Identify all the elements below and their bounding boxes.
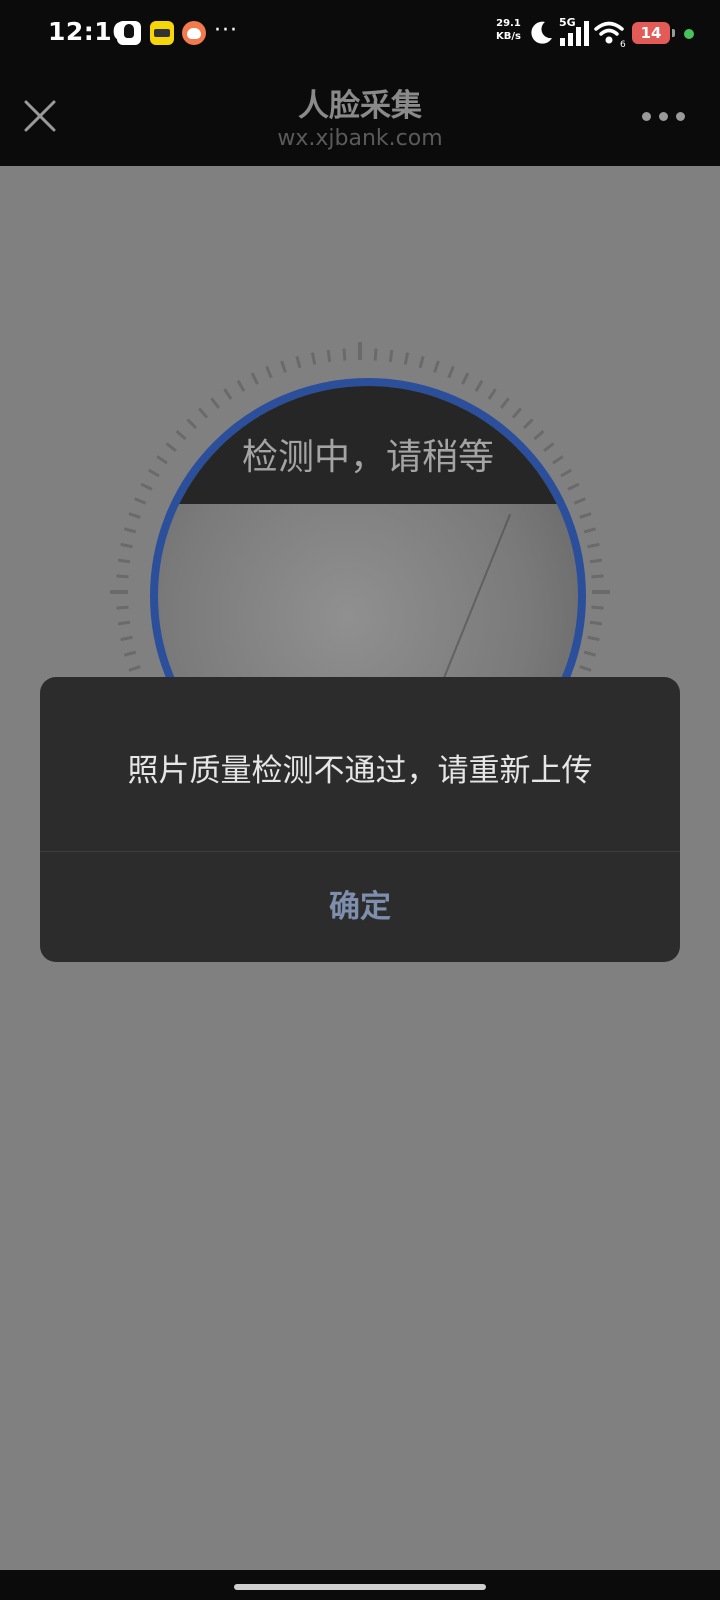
tick-mark — [326, 349, 332, 363]
tick-mark — [120, 542, 133, 549]
tick-mark — [587, 635, 600, 642]
tick-mark — [591, 605, 604, 610]
tick-mark — [280, 360, 287, 373]
tick-mark — [133, 497, 147, 505]
tick-mark — [579, 665, 592, 672]
tick-mark — [579, 512, 592, 519]
home-indicator[interactable] — [234, 1584, 486, 1590]
tick-mark — [123, 527, 137, 534]
detect-status-text: 检测中，请稍等 — [241, 437, 494, 478]
tick-mark — [128, 512, 141, 519]
tick-mark — [116, 574, 129, 579]
tick-mark — [250, 372, 259, 385]
tick-mark — [583, 650, 597, 657]
tick-mark — [117, 620, 131, 626]
tick-mark — [116, 605, 129, 610]
tick-mark — [140, 482, 153, 491]
tick-mark — [120, 635, 133, 642]
tick-mark — [447, 365, 455, 379]
dialog-message: 照片质量检测不通过，请重新上传 — [127, 753, 593, 789]
tick-mark — [342, 348, 347, 361]
tick-mark — [589, 620, 603, 626]
tick-mark — [123, 650, 137, 657]
tick-mark — [310, 352, 317, 365]
tick-mark — [117, 558, 131, 564]
tick-mark — [587, 542, 600, 549]
tick-mark — [128, 665, 141, 672]
tick-mark — [265, 365, 273, 379]
tick-mark — [583, 527, 597, 534]
confirm-button[interactable]: 确定 — [40, 852, 680, 962]
tick-mark — [295, 355, 302, 369]
tick-mark — [589, 558, 603, 564]
alert-dialog: 照片质量检测不通过，请重新上传 确定 — [40, 677, 680, 962]
tick-mark — [373, 348, 378, 361]
tick-mark — [461, 372, 470, 385]
gesture-bar — [0, 1570, 720, 1600]
tick-mark — [433, 360, 440, 373]
detect-status-band: 检测中，请稍等 — [158, 386, 578, 504]
tick-mark — [388, 349, 394, 363]
tick-mark — [403, 352, 410, 365]
tick-mark — [591, 574, 604, 579]
tick-mark — [418, 355, 425, 369]
